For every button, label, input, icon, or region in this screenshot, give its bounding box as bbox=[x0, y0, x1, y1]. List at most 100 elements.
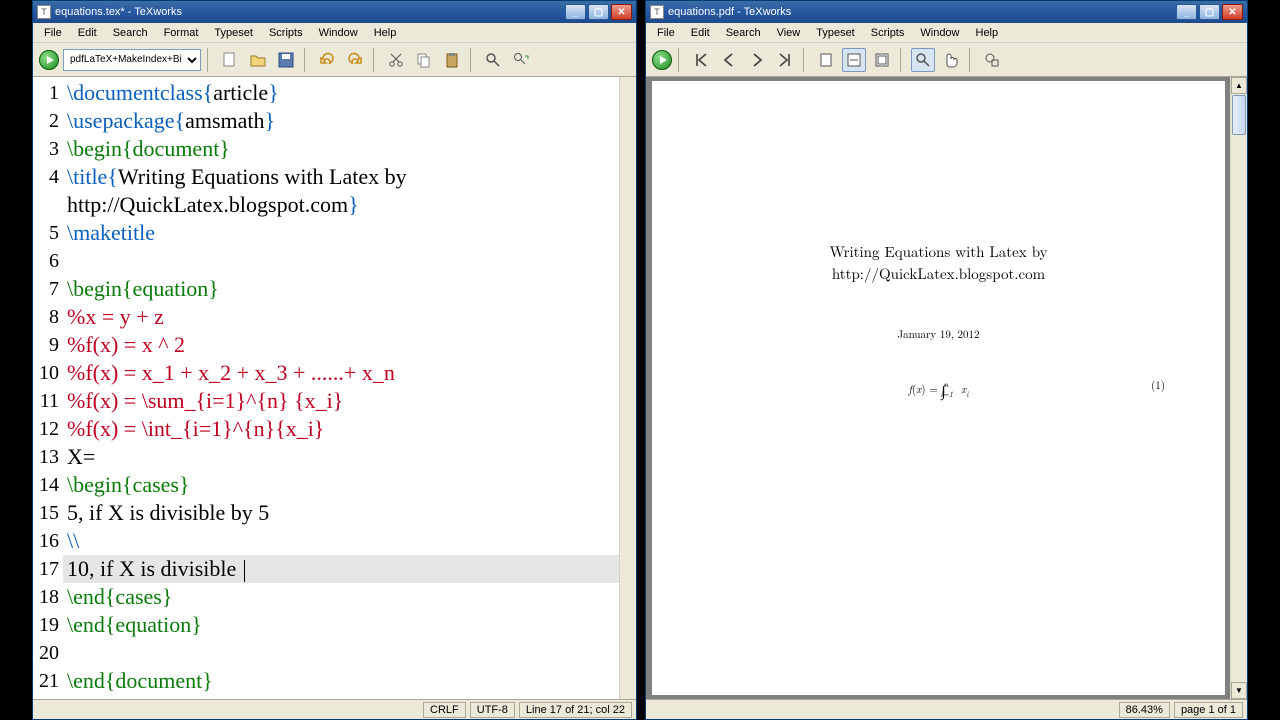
code-line[interactable]: 10, if X is divisible bbox=[63, 555, 619, 583]
menu-view[interactable]: View bbox=[770, 25, 808, 41]
prev-page-icon[interactable] bbox=[717, 48, 741, 72]
line-number: 4 bbox=[33, 163, 63, 191]
replace-icon[interactable] bbox=[509, 48, 533, 72]
editor-menubar: FileEditSearchFormatTypesetScriptsWindow… bbox=[33, 23, 636, 43]
viewer-title: equations.pdf - TeXworks bbox=[668, 6, 1176, 18]
minimize-button[interactable]: _ bbox=[565, 4, 586, 20]
save-file-icon[interactable] bbox=[274, 48, 298, 72]
code-line[interactable]: \title{Writing Equations with Latex by bbox=[63, 163, 619, 191]
code-line[interactable]: \\ bbox=[63, 527, 619, 555]
menu-file[interactable]: File bbox=[650, 25, 682, 41]
code-line[interactable]: \end{equation} bbox=[63, 611, 619, 639]
pdf-view[interactable]: Writing Equations with Latex by http://Q… bbox=[646, 77, 1247, 699]
cut-icon[interactable] bbox=[384, 48, 408, 72]
menu-search[interactable]: Search bbox=[719, 25, 768, 41]
code-line[interactable]: \end{cases} bbox=[63, 583, 619, 611]
code-line[interactable]: \begin{cases} bbox=[63, 471, 619, 499]
maximize-button[interactable]: ▢ bbox=[1199, 4, 1220, 20]
page-indicator[interactable]: page 1 of 1 bbox=[1174, 702, 1243, 718]
menu-help[interactable]: Help bbox=[367, 25, 404, 41]
menu-file[interactable]: File bbox=[37, 25, 69, 41]
redo-icon[interactable] bbox=[343, 48, 367, 72]
line-number: 9 bbox=[33, 331, 63, 359]
code-line[interactable]: \end{document} bbox=[63, 667, 619, 695]
vertical-scrollbar[interactable] bbox=[619, 77, 636, 699]
equation-number: (1) bbox=[1151, 378, 1165, 393]
select-tool-icon[interactable] bbox=[980, 48, 1004, 72]
line-number: 19 bbox=[33, 611, 63, 639]
menu-search[interactable]: Search bbox=[106, 25, 155, 41]
maximize-button[interactable]: ▢ bbox=[588, 4, 609, 20]
doc-title: Writing Equations with Latex by http://Q… bbox=[672, 241, 1205, 285]
copy-icon[interactable] bbox=[412, 48, 436, 72]
menu-edit[interactable]: Edit bbox=[71, 25, 104, 41]
pdf-scrollbar[interactable]: ▲ ▼ bbox=[1230, 77, 1247, 699]
viewer-statusbar: 86.43% page 1 of 1 bbox=[646, 699, 1247, 719]
line-number: 18 bbox=[33, 583, 63, 611]
menu-window[interactable]: Window bbox=[913, 25, 966, 41]
editor-titlebar[interactable]: T equations.tex* - TeXworks _ ▢ ✕ bbox=[33, 1, 636, 23]
code-line[interactable]: X= bbox=[63, 443, 619, 471]
menu-help[interactable]: Help bbox=[969, 25, 1006, 41]
fit-window-icon[interactable] bbox=[870, 48, 894, 72]
scroll-tool-icon[interactable] bbox=[939, 48, 963, 72]
line-number: 20 bbox=[33, 639, 63, 667]
magnify-tool-icon[interactable] bbox=[911, 48, 935, 72]
code-editor[interactable]: 123456789101112131415161718192021 \docum… bbox=[33, 77, 636, 699]
paste-icon[interactable] bbox=[440, 48, 464, 72]
minimize-button[interactable]: _ bbox=[1176, 4, 1197, 20]
code-line[interactable]: \usepackage{amsmath} bbox=[63, 107, 619, 135]
zoom-indicator[interactable]: 86.43% bbox=[1119, 702, 1170, 718]
line-number: 17 bbox=[33, 555, 63, 583]
typeset-run-button[interactable] bbox=[39, 50, 59, 70]
code-line[interactable]: \documentclass{article} bbox=[63, 79, 619, 107]
line-number: 2 bbox=[33, 107, 63, 135]
menu-scripts[interactable]: Scripts bbox=[864, 25, 912, 41]
line-number: 13 bbox=[33, 443, 63, 471]
viewer-toolbar bbox=[646, 43, 1247, 77]
code-line[interactable]: \begin{equation} bbox=[63, 275, 619, 303]
menu-format[interactable]: Format bbox=[157, 25, 206, 41]
menu-scripts[interactable]: Scripts bbox=[262, 25, 310, 41]
encoding-indicator[interactable]: UTF-8 bbox=[470, 702, 515, 718]
menu-typeset[interactable]: Typeset bbox=[809, 25, 862, 41]
actual-size-icon[interactable] bbox=[814, 48, 838, 72]
find-icon[interactable] bbox=[481, 48, 505, 72]
line-number: 12 bbox=[33, 415, 63, 443]
typeset-run-button[interactable] bbox=[652, 50, 672, 70]
menu-edit[interactable]: Edit bbox=[684, 25, 717, 41]
first-page-icon[interactable] bbox=[689, 48, 713, 72]
line-number: 16 bbox=[33, 527, 63, 555]
viewer-titlebar[interactable]: T equations.pdf - TeXworks _ ▢ ✕ bbox=[646, 1, 1247, 23]
next-page-icon[interactable] bbox=[745, 48, 769, 72]
code-line[interactable]: http://QuickLatex.blogspot.com} bbox=[63, 191, 619, 219]
last-page-icon[interactable] bbox=[773, 48, 797, 72]
close-button[interactable]: ✕ bbox=[611, 4, 632, 20]
code-line[interactable]: \begin{document} bbox=[63, 135, 619, 163]
code-line[interactable]: %f(x) = \sum_{i=1}^{n} {x_i} bbox=[63, 387, 619, 415]
menu-window[interactable]: Window bbox=[312, 25, 365, 41]
code-line[interactable]: %f(x) = \int_{i=1}^{n}{x_i} bbox=[63, 415, 619, 443]
new-file-icon[interactable] bbox=[218, 48, 242, 72]
code-line[interactable] bbox=[63, 639, 619, 667]
fit-width-icon[interactable] bbox=[842, 48, 866, 72]
line-number: 21 bbox=[33, 667, 63, 695]
editor-toolbar: pdfLaTeX+MakeIndex+BibTeX bbox=[33, 43, 636, 77]
app-icon: T bbox=[37, 5, 51, 19]
line-number: 8 bbox=[33, 303, 63, 331]
line-number: 7 bbox=[33, 275, 63, 303]
code-line[interactable] bbox=[63, 247, 619, 275]
line-number: 11 bbox=[33, 387, 63, 415]
code-line[interactable]: %x = y + z bbox=[63, 303, 619, 331]
code-line[interactable]: %f(x) = x ^ 2 bbox=[63, 331, 619, 359]
undo-icon[interactable] bbox=[315, 48, 339, 72]
pdf-page: Writing Equations with Latex by http://Q… bbox=[652, 81, 1225, 695]
menu-typeset[interactable]: Typeset bbox=[207, 25, 260, 41]
engine-select[interactable]: pdfLaTeX+MakeIndex+BibTeX bbox=[63, 49, 201, 71]
lineend-indicator[interactable]: CRLF bbox=[423, 702, 466, 718]
code-line[interactable]: 5, if X is divisible by 5 bbox=[63, 499, 619, 527]
open-file-icon[interactable] bbox=[246, 48, 270, 72]
code-line[interactable]: %f(x) = x_1 + x_2 + x_3 + ......+ x_n bbox=[63, 359, 619, 387]
code-line[interactable]: \maketitle bbox=[63, 219, 619, 247]
close-button[interactable]: ✕ bbox=[1222, 4, 1243, 20]
